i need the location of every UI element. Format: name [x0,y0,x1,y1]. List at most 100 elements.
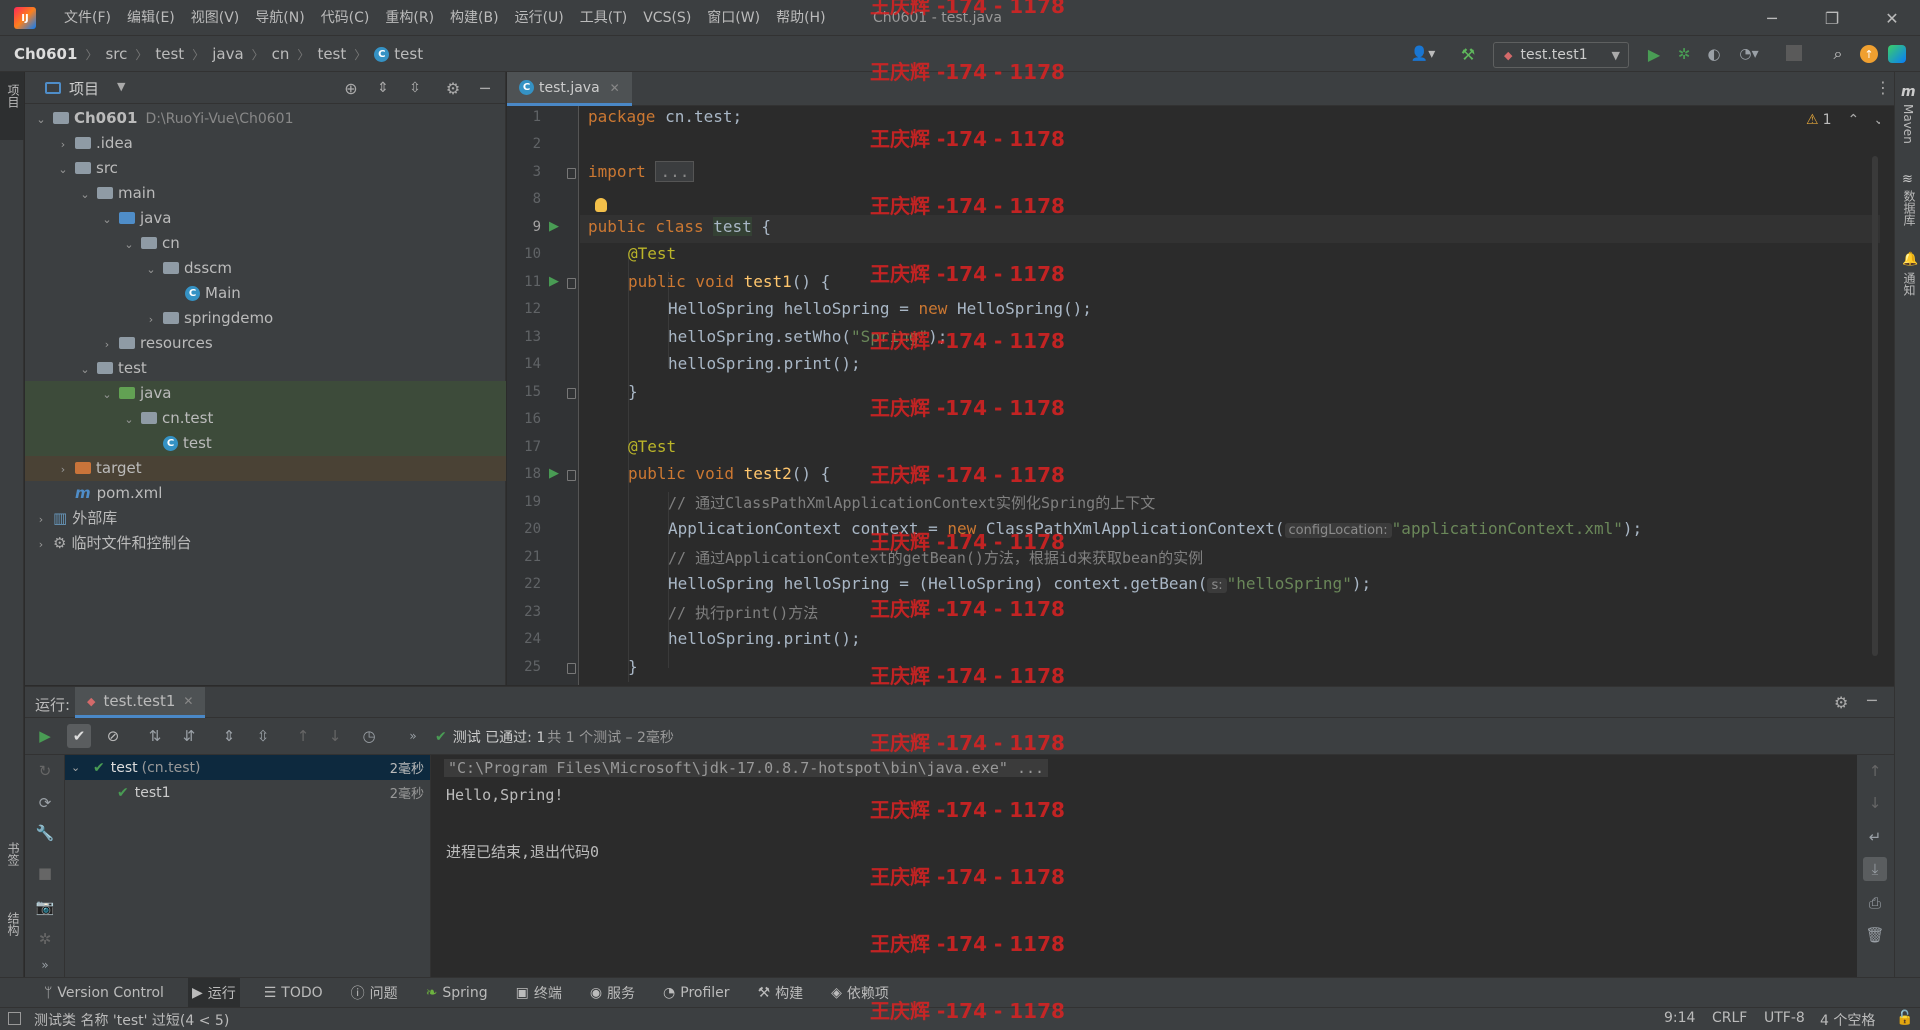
minimize-icon[interactable]: ─ [1744,0,1800,36]
tree-item[interactable]: ⌄ java [25,381,506,406]
tree-item[interactable]: ⌄ test [25,356,506,381]
close-icon[interactable]: ✕ [1864,0,1920,36]
run-test-icon[interactable]: ▶ [549,274,559,289]
build-hammer-icon[interactable]: ⚒ [1458,44,1478,64]
test-row[interactable]: ⌄ ✔ test (cn.test) 2毫秒 [65,755,430,780]
stop-icon[interactable]: ■ [33,861,57,885]
tree-item[interactable]: ⌄ main [25,181,506,206]
scroll-to-end-icon[interactable]: ⤓ [1863,857,1887,881]
chevron-down-icon[interactable]: ⌄ [143,257,159,282]
chevron-down-icon[interactable]: ⌄ [121,232,137,257]
chevron-down-icon[interactable]: ⌄ [77,357,93,382]
intellij-logo-icon[interactable]: IJ [14,7,36,29]
menu-file[interactable]: 文件(F) [56,0,119,36]
tree-item[interactable]: ⌄ cn.test [25,406,506,431]
menu-view[interactable]: 视图(V) [183,0,248,36]
menu-edit[interactable]: 编辑(E) [119,0,183,36]
coverage-icon[interactable]: ◐ [1704,44,1724,64]
file-encoding[interactable]: UTF-8 [1764,1010,1805,1026]
chevron-down-icon[interactable]: ⌄ [1873,112,1880,128]
chevron-right-icon[interactable]: › [33,507,49,532]
tab-build[interactable]: ⚒ 构建 [754,978,808,1008]
lightbulb-icon[interactable] [595,198,607,212]
run-class-icon[interactable]: ▶ [549,219,559,234]
close-tab-icon[interactable]: ✕ [610,81,620,95]
more-options-icon[interactable]: ⋮ [1875,78,1891,97]
chevron-right-icon[interactable]: › [99,332,115,357]
trash-icon[interactable]: 🗑 [1863,923,1887,947]
chevron-down-icon[interactable]: ⌄ [33,107,49,132]
prev-failed-icon[interactable]: ↑ [291,724,315,748]
expand-all-icon[interactable]: ⇕ [217,724,241,748]
search-icon[interactable]: ⌕ [1828,44,1848,64]
editor-scrollbar[interactable] [1872,156,1878,656]
tree-item[interactable]: C Main [25,281,506,306]
sort-alpha-icon[interactable]: ⇅ [143,724,167,748]
code-editor[interactable]: package cn.test; import ... public class… [580,106,1880,685]
tab-problems[interactable]: ⓘ 问题 [347,978,402,1008]
more-actions-icon[interactable]: » [401,724,425,748]
fold-marker-icon[interactable] [567,388,576,399]
chevron-right-icon[interactable]: › [55,132,71,157]
chevron-right-icon[interactable]: › [143,307,159,332]
tree-item[interactable]: ⌄ Ch0601 D:\RuoYi-Vue\Ch0601 [25,106,506,131]
more-actions-icon[interactable]: » [33,953,57,977]
toggle-auto-test-icon[interactable]: ⟳ [33,791,57,815]
breadcrumb-item[interactable]: Ch0601 [14,45,77,63]
breadcrumb-item[interactable]: src [105,45,127,63]
debug-icon[interactable]: ✲ [1674,44,1694,64]
tab-terminal[interactable]: ▣ 终端 [512,978,566,1008]
bookmarks-tool-button[interactable]: 书签 [5,842,22,866]
cursor-position[interactable]: 9:14 [1664,1010,1695,1026]
tree-item[interactable]: › ▥ 外部库 [25,506,506,531]
tree-item[interactable]: ⌄ dsscm [25,256,506,281]
collapse-all-icon[interactable]: ⇳ [405,78,425,98]
tree-item[interactable]: › target [25,456,506,481]
structure-tool-button[interactable]: 结构 [5,912,22,936]
fold-marker-icon[interactable] [567,278,576,289]
console-output[interactable]: "C:\Program Files\Microsoft\jdk-17.0.8.7… [432,755,1857,977]
menu-run[interactable]: 运行(U) [507,0,572,36]
gear-icon[interactable]: ⚙ [1834,693,1848,712]
gear-icon[interactable]: ⚙ [443,78,463,98]
profile-icon[interactable]: ◔▾ [1734,44,1764,64]
breadcrumb-item[interactable]: cn [272,45,290,63]
test-row[interactable]: ✔ test1 2毫秒 [65,780,430,805]
sort-duration-icon[interactable]: ⇵ [177,724,201,748]
run-config-selector[interactable]: ◆ test.test1 ▼ [1493,42,1629,68]
tree-item[interactable]: ⌄ src [25,156,506,181]
project-panel-title[interactable]: 项目 [69,78,99,99]
fold-marker-icon[interactable] [567,470,576,481]
line-separator[interactable]: CRLF [1712,1010,1747,1026]
database-tool-button[interactable]: 数据库 [1901,190,1918,226]
breadcrumb-item[interactable]: test [317,45,346,63]
menu-help[interactable]: 帮助(H) [768,0,833,36]
history-icon[interactable]: ◷ [357,724,381,748]
menu-build[interactable]: 构建(B) [442,0,507,36]
chevron-right-icon[interactable]: › [55,457,71,482]
tree-item[interactable]: m pom.xml [25,481,506,506]
camera-icon[interactable]: 📷 [33,895,57,919]
status-message[interactable]: 测试类 名称 'test' 过短(4 < 5) [34,1010,229,1030]
soft-wrap-icon[interactable]: ↵ [1863,825,1887,849]
show-passed-icon[interactable]: ✔ [67,724,91,748]
locate-icon[interactable]: ⊕ [341,78,361,98]
tree-item[interactable]: › resources [25,331,506,356]
scroll-down-icon[interactable]: ↓ [1863,791,1887,815]
maven-tool-button[interactable]: Maven [1901,104,1915,144]
show-ignored-icon[interactable]: ⊘ [101,724,125,748]
tab-spring[interactable]: ❧ Spring [422,978,492,1008]
scroll-up-icon[interactable]: ↑ [1863,759,1887,783]
collapse-all-icon[interactable]: ⇳ [251,724,275,748]
tab-version-control[interactable]: ᛘ Version Control [40,978,168,1008]
wrench-icon[interactable]: 🔧 [33,821,57,845]
toolbox-icon[interactable] [1888,45,1906,63]
restore-icon[interactable]: ❐ [1804,0,1860,36]
user-icon[interactable]: 👤▾ [1408,44,1438,64]
tree-item[interactable]: › .idea [25,131,506,156]
tree-item[interactable]: › ⚙ 临时文件和控制台 [25,531,506,556]
run-test-icon[interactable]: ▶ [549,466,559,481]
lock-icon[interactable]: 🔓 [1896,1010,1913,1026]
update-icon[interactable]: ↑ [1860,45,1878,63]
rerun-icon[interactable]: ▶ [33,724,57,748]
